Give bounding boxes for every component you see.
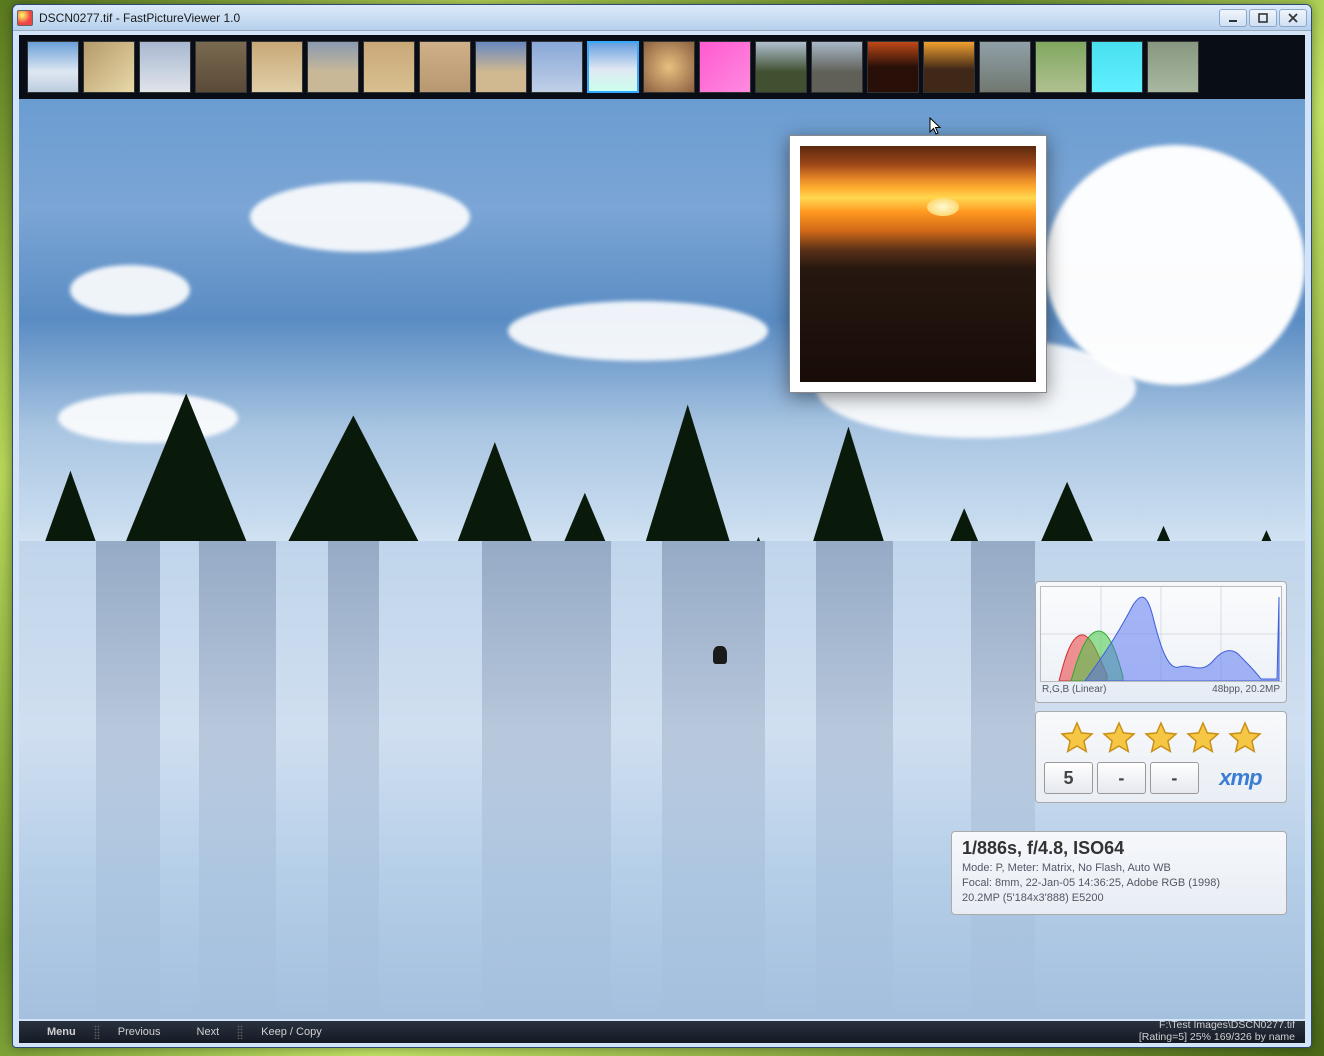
exif-line: 20.2MP (5'184x3'888) E5200 xyxy=(962,891,1276,906)
rating-value[interactable]: 5 xyxy=(1044,762,1093,794)
xmp-badge[interactable]: xmp xyxy=(1203,762,1278,794)
exif-panel: 1/886s, f/4.8, ISO64 Mode: P, Meter: Mat… xyxy=(951,831,1287,915)
thumbnail[interactable] xyxy=(699,41,751,93)
exif-line: Focal: 8mm, 22-Jan-05 14:36:25, Adobe RG… xyxy=(962,876,1276,891)
thumbnail[interactable] xyxy=(307,41,359,93)
status-label: [Rating=5] 25% 169/326 by name xyxy=(1139,1032,1295,1044)
thumbnail[interactable] xyxy=(1091,41,1143,93)
thumbnail[interactable] xyxy=(475,41,527,93)
thumbnail-preview-popup xyxy=(789,135,1047,393)
thumbnail[interactable] xyxy=(363,41,415,93)
window-title: DSCN0277.tif - FastPictureViewer 1.0 xyxy=(39,11,1219,25)
exif-line: Mode: P, Meter: Matrix, No Flash, Auto W… xyxy=(962,861,1276,876)
thumbnail[interactable] xyxy=(27,41,79,93)
thumbnail[interactable] xyxy=(811,41,863,93)
next-button[interactable]: Next xyxy=(179,1026,238,1038)
thumbnail[interactable] xyxy=(923,41,975,93)
thumbnail[interactable] xyxy=(643,41,695,93)
star-icon[interactable] xyxy=(1101,720,1137,756)
bottom-toolbar: Menu Previous Next Keep / Copy F:\Test I… xyxy=(19,1021,1305,1043)
titlebar[interactable]: DSCN0277.tif - FastPictureViewer 1.0 xyxy=(13,5,1311,31)
star-icon[interactable] xyxy=(1143,720,1179,756)
histogram-panel[interactable]: R,G,B (Linear) 48bpp, 20.2MP xyxy=(1035,581,1287,703)
star-icon[interactable] xyxy=(1227,720,1263,756)
maximize-button[interactable] xyxy=(1249,9,1277,27)
exif-headline: 1/886s, f/4.8, ISO64 xyxy=(962,838,1276,859)
thumbnail[interactable] xyxy=(1147,41,1199,93)
thumbnail[interactable] xyxy=(139,41,191,93)
mouse-cursor-icon xyxy=(929,117,943,137)
keep-copy-button[interactable]: Keep / Copy xyxy=(243,1026,340,1038)
thumbnail[interactable] xyxy=(251,41,303,93)
rating-panel: 5 - - xmp xyxy=(1035,711,1287,803)
thumbnail[interactable] xyxy=(83,41,135,93)
histogram-mode-label: R,G,B (Linear) xyxy=(1042,684,1106,695)
menu-button[interactable]: Menu xyxy=(29,1026,94,1038)
color-label-b[interactable]: - xyxy=(1150,762,1199,794)
thumbnail[interactable] xyxy=(419,41,471,93)
app-window: DSCN0277.tif - FastPictureViewer 1.0 xyxy=(12,4,1312,1048)
thumbnail-strip[interactable] xyxy=(19,35,1305,99)
thumbnail[interactable] xyxy=(1035,41,1087,93)
star-row xyxy=(1044,720,1278,756)
preview-image xyxy=(800,146,1036,382)
star-icon[interactable] xyxy=(1059,720,1095,756)
histogram-info-label: 48bpp, 20.2MP xyxy=(1212,684,1280,695)
thumbnail[interactable] xyxy=(867,41,919,93)
minimize-button[interactable] xyxy=(1219,9,1247,27)
histogram-chart xyxy=(1040,586,1282,682)
thumbnail[interactable] xyxy=(587,41,639,93)
app-icon xyxy=(17,10,33,26)
previous-button[interactable]: Previous xyxy=(100,1026,179,1038)
close-button[interactable] xyxy=(1279,9,1307,27)
window-controls xyxy=(1219,9,1307,27)
thumbnail[interactable] xyxy=(755,41,807,93)
content-area: R,G,B (Linear) 48bpp, 20.2MP 5 - - xmp 1… xyxy=(19,35,1305,1019)
thumbnail[interactable] xyxy=(979,41,1031,93)
thumbnail[interactable] xyxy=(195,41,247,93)
thumbnail[interactable] xyxy=(531,41,583,93)
star-icon[interactable] xyxy=(1185,720,1221,756)
color-label-a[interactable]: - xyxy=(1097,762,1146,794)
